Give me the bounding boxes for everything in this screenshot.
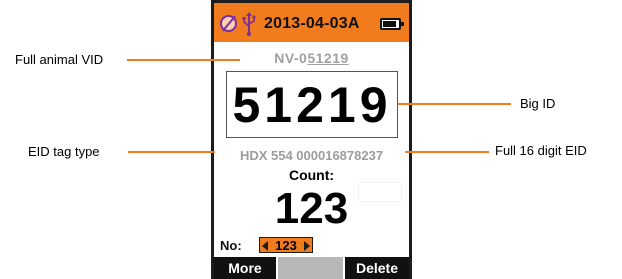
usb-icon bbox=[242, 12, 256, 36]
sync-off-icon bbox=[220, 15, 237, 32]
device-screen: 2013-04-03A NV-051219 51219 HDX 554 0000… bbox=[211, 0, 412, 279]
animal-vid: NV-051219 bbox=[214, 50, 409, 66]
battery-level-fill bbox=[383, 21, 396, 27]
count-value: 123 bbox=[274, 184, 349, 233]
callout-line-full-eid bbox=[405, 151, 489, 153]
status-bar: 2013-04-03A bbox=[214, 0, 409, 42]
delete-softkey[interactable]: Delete bbox=[345, 257, 409, 279]
callout-big-id: Big ID bbox=[520, 96, 556, 111]
softkey-bar: More Delete bbox=[214, 257, 409, 279]
more-softkey[interactable]: More bbox=[214, 257, 276, 279]
arrow-right-icon[interactable] bbox=[304, 241, 310, 251]
vid-prefix: NV-0 bbox=[274, 50, 308, 66]
callout-full-vid: Full animal VID bbox=[15, 52, 104, 67]
big-id: 51219 bbox=[232, 77, 392, 133]
callout-tag-type: EID tag type bbox=[28, 144, 100, 159]
stepper-value: 123 bbox=[275, 238, 297, 253]
number-selector-row: No: 123 bbox=[214, 234, 409, 256]
eid-number: HDX 554 000016878237 bbox=[239, 148, 384, 163]
big-id-box: 51219 bbox=[226, 71, 398, 138]
callout-line-vid bbox=[127, 59, 240, 61]
callout-line-tag-type bbox=[128, 151, 215, 153]
no-label: No: bbox=[220, 238, 242, 253]
middle-softkey[interactable] bbox=[278, 257, 343, 279]
callout-line-big-id bbox=[398, 103, 511, 105]
vid-underlined-id: 51219 bbox=[307, 50, 349, 66]
callout-full-eid: Full 16 digit EID bbox=[495, 143, 587, 158]
battery-icon bbox=[380, 18, 404, 30]
count-label: Count: bbox=[288, 167, 335, 183]
arrow-left-icon[interactable] bbox=[262, 241, 268, 251]
number-stepper[interactable]: 123 bbox=[259, 237, 313, 253]
date-display: 2013-04-03A bbox=[264, 15, 360, 32]
